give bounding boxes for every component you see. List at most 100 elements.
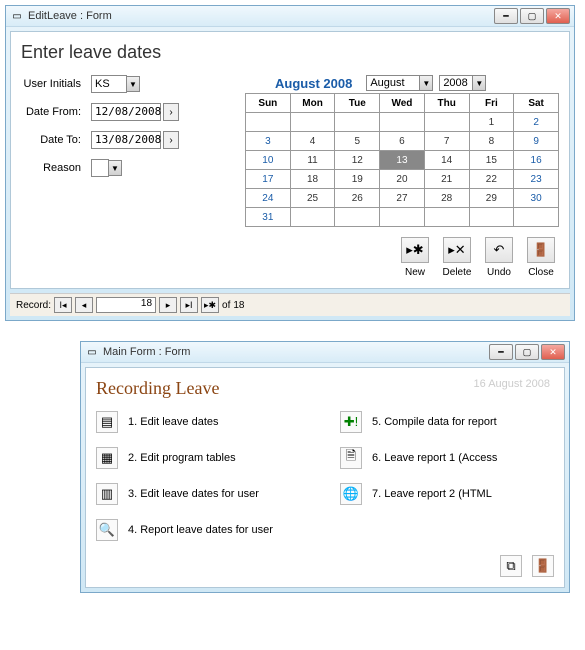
calendar-cell[interactable]: 26 [335,189,380,208]
compile-icon[interactable]: ✚! [340,411,362,433]
calendar-cell[interactable]: 12 [335,151,380,170]
first-record-button[interactable]: I◂ [54,297,72,313]
calendar-cell[interactable]: 22 [469,170,514,189]
editleave-window: ▭ EditLeave : Form ━ ▢ ✕ Enter leave dat… [5,5,575,321]
form-heading: Enter leave dates [21,42,559,63]
calendar-cell[interactable]: 15 [469,151,514,170]
calendar-cell[interactable]: 18 [290,170,335,189]
calendar-cell[interactable]: 27 [380,189,425,208]
new-label: New [397,267,433,278]
report-user-icon[interactable]: 🔍 [96,519,118,541]
menu-item-label: 3. Edit leave dates for user [128,488,259,500]
calendar-cell[interactable]: 3 [246,132,291,151]
calendar-cell [290,208,335,227]
menu-item-label: 5. Compile data for report [372,416,497,428]
minimize-button[interactable]: ━ [489,344,513,360]
calendar-cell[interactable]: 7 [424,132,469,151]
report-access-icon[interactable]: 🗎 [340,447,362,469]
delete-button[interactable]: ▸✕ [443,237,471,263]
calendar-cell[interactable]: 2 [514,113,559,132]
calendar-cell[interactable]: 1 [469,113,514,132]
calendar-day-header: Mon [290,94,335,113]
reason-combo[interactable] [91,159,109,177]
form-body: Enter leave dates User Initials KS ▼ Dat… [10,31,570,289]
calendar-grid: SunMonTueWedThuFriSat 123456789101112131… [245,93,559,227]
calendar-cell[interactable]: 29 [469,189,514,208]
close-window-button[interactable]: ✕ [546,8,570,24]
edit-leave-icon[interactable]: ▤ [96,411,118,433]
chevron-down-icon[interactable]: ▼ [472,75,486,91]
report-html-icon[interactable]: 🌐 [340,483,362,505]
calendar-cell[interactable]: 10 [246,151,291,170]
close-label: Close [523,267,559,278]
chevron-down-icon[interactable]: ▼ [419,75,433,91]
calendar-day-header: Tue [335,94,380,113]
last-record-button[interactable]: ▸I [180,297,198,313]
calendar-title: August 2008 [245,76,360,91]
window-title: EditLeave : Form [28,10,494,22]
exit-button[interactable]: 🚪 [532,555,554,577]
calendar-cell[interactable]: 5 [335,132,380,151]
calendar-cell[interactable]: 19 [335,170,380,189]
calendar-cell[interactable]: 21 [424,170,469,189]
mainform-window: ▭ Main Form : Form ━ ▢ ✕ 16 August 2008 … [80,341,570,593]
new-record-button[interactable]: ▸✱ [201,297,219,313]
chevron-down-icon[interactable]: ▼ [108,160,122,176]
calendar-cell[interactable]: 28 [424,189,469,208]
calendar-cell[interactable]: 25 [290,189,335,208]
new-button[interactable]: ▸✱ [401,237,429,263]
calendar-cell [380,113,425,132]
calendar-day-header: Sat [514,94,559,113]
initials-combo[interactable]: KS [91,75,127,93]
delete-label: Delete [439,267,475,278]
undo-button[interactable]: ↶ [485,237,513,263]
calendar-cell[interactable]: 20 [380,170,425,189]
date-from-picker-button[interactable]: › [163,103,179,121]
year-select[interactable]: 2008 [439,75,473,91]
calendar-cell [290,113,335,132]
minimize-button[interactable]: ━ [494,8,518,24]
maximize-button[interactable]: ▢ [515,344,539,360]
chevron-down-icon[interactable]: ▼ [126,76,140,92]
window-title: Main Form : Form [103,346,489,358]
calendar-day-header: Sun [246,94,291,113]
calendar-cell[interactable]: 13 [380,151,425,170]
record-label: Record: [16,300,51,311]
calendar-cell[interactable]: 14 [424,151,469,170]
close-window-button[interactable]: ✕ [541,344,565,360]
menu-item-label: 7. Leave report 2 (HTML [372,488,492,500]
date-to-picker-button[interactable]: › [163,131,179,149]
date-from-field[interactable]: 12/08/2008 [91,103,161,121]
close-button[interactable]: 🚪 [527,237,555,263]
calendar-cell[interactable]: 4 [290,132,335,151]
calendar-cell[interactable]: 17 [246,170,291,189]
calendar-cell [514,208,559,227]
edit-tables-icon[interactable]: ▦ [96,447,118,469]
calendar-cell[interactable]: 16 [514,151,559,170]
calendar-cell[interactable]: 8 [469,132,514,151]
date-to-field[interactable]: 13/08/2008 [91,131,161,149]
calendar-cell[interactable]: 6 [380,132,425,151]
prev-record-button[interactable]: ◂ [75,297,93,313]
maximize-button[interactable]: ▢ [520,8,544,24]
copy-button[interactable]: ⧉ [500,555,522,577]
edit-user-icon[interactable]: ▥ [96,483,118,505]
next-record-button[interactable]: ▸ [159,297,177,313]
calendar-cell[interactable]: 11 [290,151,335,170]
calendar-cell[interactable]: 31 [246,208,291,227]
menu-item-label: 2. Edit program tables [128,452,236,464]
calendar-cell [380,208,425,227]
menu-item-label: 1. Edit leave dates [128,416,219,428]
calendar-cell[interactable]: 24 [246,189,291,208]
calendar-cell[interactable]: 30 [514,189,559,208]
undo-label: Undo [481,267,517,278]
calendar-cell[interactable]: 9 [514,132,559,151]
label-reason: Reason [21,162,91,174]
action-buttons: ▸✱ New ▸✕ Delete ↶ Undo 🚪 Close [245,237,559,278]
calendar-cell [424,113,469,132]
month-select[interactable]: August [366,75,420,91]
form-body: 16 August 2008 Recording Leave ▤ 1. Edit… [85,367,565,588]
form-icon: ▭ [10,9,24,23]
record-number-field[interactable]: 18 [96,297,156,313]
calendar-cell[interactable]: 23 [514,170,559,189]
